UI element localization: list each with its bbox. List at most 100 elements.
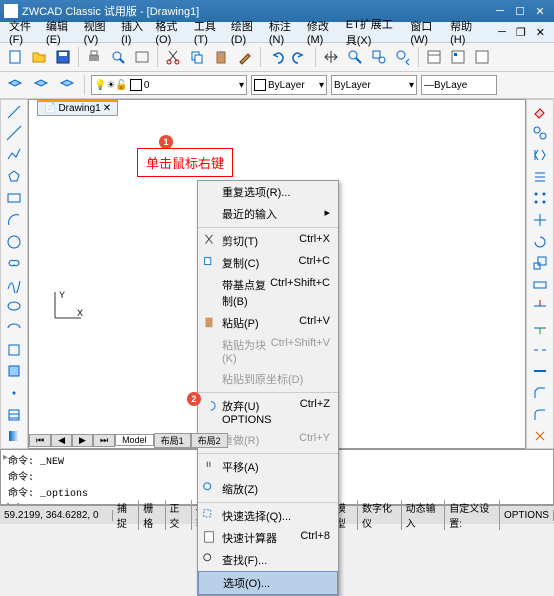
ellipsearc-button[interactable] bbox=[4, 318, 24, 338]
insert-button[interactable] bbox=[4, 340, 24, 360]
xline-button[interactable] bbox=[4, 124, 24, 144]
menu-insert[interactable]: 插入(I) bbox=[116, 16, 150, 48]
undo-button[interactable] bbox=[265, 46, 287, 68]
snap-toggle[interactable]: 捕捉 bbox=[113, 500, 139, 530]
publish-button[interactable] bbox=[131, 46, 153, 68]
tabnav-next[interactable]: ▶ bbox=[72, 434, 93, 447]
pan-button[interactable] bbox=[320, 46, 342, 68]
layer-prev-button[interactable] bbox=[30, 74, 52, 96]
tabnav-prev[interactable]: ◀ bbox=[51, 434, 72, 447]
polyline-button[interactable] bbox=[4, 145, 24, 165]
doc-minimize[interactable]: ─ bbox=[493, 24, 511, 40]
status-options[interactable]: OPTIONS bbox=[500, 510, 554, 521]
menu-format[interactable]: 格式(O) bbox=[150, 16, 188, 48]
tab-layout2[interactable]: 布局2 bbox=[191, 433, 228, 448]
layer-manager-button[interactable] bbox=[4, 74, 26, 96]
move-button[interactable] bbox=[530, 210, 550, 230]
spline-button[interactable] bbox=[4, 275, 24, 295]
ctx-recent[interactable]: 最近的输入▸ bbox=[198, 203, 338, 225]
menu-help[interactable]: 帮助(H) bbox=[445, 16, 483, 48]
menu-dim[interactable]: 标注(N) bbox=[264, 16, 302, 48]
ortho-toggle[interactable]: 正交 bbox=[166, 500, 192, 530]
menu-file[interactable]: 文件(F) bbox=[4, 16, 41, 48]
save-button[interactable] bbox=[52, 46, 74, 68]
designcenter-button[interactable] bbox=[447, 46, 469, 68]
menu-tools[interactable]: 工具(T) bbox=[189, 16, 226, 48]
ctx-cut[interactable]: 剪切(T)Ctrl+X bbox=[198, 230, 338, 252]
zoom-window-button[interactable] bbox=[368, 46, 390, 68]
tab-layout1[interactable]: 布局1 bbox=[154, 433, 191, 448]
zoom-prev-button[interactable] bbox=[392, 46, 414, 68]
tab-model[interactable]: Model bbox=[115, 434, 154, 446]
scale-button[interactable] bbox=[530, 253, 550, 273]
open-button[interactable] bbox=[28, 46, 50, 68]
tab-close-icon[interactable]: ✕ bbox=[103, 103, 111, 114]
erase-button[interactable] bbox=[530, 102, 550, 122]
offset-button[interactable] bbox=[530, 167, 550, 187]
ctx-zoom[interactable]: 缩放(Z) bbox=[198, 478, 338, 500]
hatch-button[interactable] bbox=[4, 405, 24, 425]
rectangle-button[interactable] bbox=[4, 189, 24, 209]
ctx-find[interactable]: 查找(F)... bbox=[198, 549, 338, 571]
revcloud-button[interactable] bbox=[4, 253, 24, 273]
stretch-button[interactable] bbox=[530, 275, 550, 295]
ctx-repeat[interactable]: 重复选项(R)... bbox=[198, 181, 338, 203]
ctx-copybase[interactable]: 带基点复制(B)Ctrl+Shift+C bbox=[198, 274, 338, 312]
properties-button[interactable] bbox=[423, 46, 445, 68]
lineweight-combo[interactable]: — ByLaye bbox=[421, 75, 497, 95]
ctx-pan[interactable]: 平移(A) bbox=[198, 456, 338, 478]
menu-etools[interactable]: ET扩展工具(X) bbox=[341, 14, 406, 50]
drawing-canvas[interactable]: 📄 Drawing1 ✕ 1 单击鼠标右键 YX 重复选项(R)... 最近的输… bbox=[28, 99, 526, 449]
extend-button[interactable] bbox=[530, 318, 550, 338]
arc-button[interactable] bbox=[4, 210, 24, 230]
tablet-toggle[interactable]: 数字化仪 bbox=[358, 500, 402, 530]
menu-modify[interactable]: 修改(M) bbox=[302, 16, 341, 48]
ctx-undo[interactable]: 放弃(U) OPTIONSCtrl+Z bbox=[198, 395, 338, 429]
minimize-button[interactable]: ─ bbox=[490, 5, 510, 17]
line-button[interactable] bbox=[4, 102, 24, 122]
color-combo[interactable]: ByLayer ▾ bbox=[251, 75, 327, 95]
mirror-button[interactable] bbox=[530, 145, 550, 165]
polygon-button[interactable] bbox=[4, 167, 24, 187]
tabnav-last[interactable]: ⏭ bbox=[93, 434, 115, 447]
menu-window[interactable]: 窗口(W) bbox=[405, 16, 445, 48]
array-button[interactable] bbox=[530, 189, 550, 209]
tabnav-first[interactable]: ⏮ bbox=[29, 434, 51, 447]
join-button[interactable] bbox=[530, 362, 550, 382]
layer-combo[interactable]: 💡 ☀ 🔓 0 ▾ bbox=[91, 75, 247, 95]
copy-button[interactable] bbox=[186, 46, 208, 68]
grid-toggle[interactable]: 栅格 bbox=[139, 500, 165, 530]
menu-view[interactable]: 视图(V) bbox=[79, 16, 117, 48]
print-button[interactable] bbox=[83, 46, 105, 68]
break-button[interactable] bbox=[530, 340, 550, 360]
cut-button[interactable] bbox=[162, 46, 184, 68]
trim-button[interactable] bbox=[530, 297, 550, 317]
doc-close[interactable]: ✕ bbox=[531, 24, 550, 41]
maximize-button[interactable]: ☐ bbox=[510, 5, 530, 18]
matchprop-button[interactable] bbox=[234, 46, 256, 68]
preview-button[interactable] bbox=[107, 46, 129, 68]
block-button[interactable] bbox=[4, 362, 24, 382]
new-button[interactable] bbox=[4, 46, 26, 68]
linetype-combo[interactable]: ByLayer ▾ bbox=[331, 75, 417, 95]
paste-button[interactable] bbox=[210, 46, 232, 68]
close-button[interactable]: ✕ bbox=[530, 5, 550, 18]
dyn-toggle[interactable]: 动态输入 bbox=[402, 500, 446, 530]
chamfer-button[interactable] bbox=[530, 383, 550, 403]
menu-edit[interactable]: 编辑(E) bbox=[41, 16, 79, 48]
gradient-button[interactable] bbox=[4, 426, 24, 446]
rotate-button[interactable] bbox=[530, 232, 550, 252]
explode-button[interactable] bbox=[530, 426, 550, 446]
circle-button[interactable] bbox=[4, 232, 24, 252]
ellipse-button[interactable] bbox=[4, 297, 24, 317]
ctx-qselect[interactable]: 快速选择(Q)... bbox=[198, 505, 338, 527]
layer-states-button[interactable] bbox=[56, 74, 78, 96]
menu-draw[interactable]: 绘图(D) bbox=[226, 16, 264, 48]
point-button[interactable] bbox=[4, 383, 24, 403]
drawing-tab[interactable]: 📄 Drawing1 ✕ bbox=[37, 100, 118, 116]
ctx-paste[interactable]: 粘贴(P)Ctrl+V bbox=[198, 312, 338, 334]
redo-button[interactable] bbox=[289, 46, 311, 68]
zoom-rt-button[interactable] bbox=[344, 46, 366, 68]
ctx-qcalc[interactable]: 快速计算器Ctrl+8 bbox=[198, 527, 338, 549]
toolpalette-button[interactable] bbox=[471, 46, 493, 68]
